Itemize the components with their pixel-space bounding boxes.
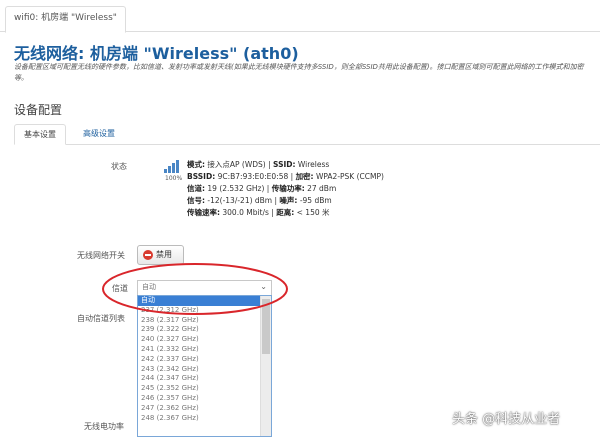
watermark: 头条 @科技从业者 xyxy=(452,412,561,427)
channel-option[interactable]: 238 (2.317 GHz) xyxy=(138,316,271,326)
status-line-signal: 信号: -12(-13/-21) dBm | 噪声: -95 dBm xyxy=(187,196,332,205)
status-line-mode: 模式: 接入点AP (WDS) | SSID: Wireless xyxy=(187,160,330,169)
disable-icon xyxy=(143,250,153,260)
channel-option[interactable]: 240 (2.327 GHz) xyxy=(138,335,271,345)
channel-option[interactable]: 242 (2.337 GHz) xyxy=(138,355,271,365)
channel-option[interactable]: 245 (2.352 GHz) xyxy=(138,384,271,394)
settings-tabs: 基本设置 高级设置 xyxy=(14,124,600,145)
tab-wifi0[interactable]: wifi0: 机房端 "Wireless" xyxy=(5,6,126,33)
status-details: 模式: 接入点AP (WDS) | SSID: Wireless BSSID: … xyxy=(187,159,384,219)
tab-basic-settings[interactable]: 基本设置 xyxy=(14,124,66,145)
page-title: 无线网络: 机房端 "Wireless" (ath0) xyxy=(14,44,299,63)
status-line-bssid: BSSID: 9C:B7:93:E0:E0:58 | 加密: WPA2-PSK … xyxy=(187,172,384,181)
top-tab-bar: wifi0: 机房端 "Wireless" xyxy=(0,0,600,33)
page-description: 设备配置区域可配置无线的硬件参数，比如信道、发射功率或发射天线(如果此无线模块硬… xyxy=(14,63,584,82)
signal-strength-icon xyxy=(164,160,179,173)
section-title: 设备配置 xyxy=(14,103,63,117)
status-label: 状态 xyxy=(111,162,127,171)
channel-option[interactable]: 247 (2.362 GHz) xyxy=(138,404,271,414)
highlight-annotation xyxy=(102,263,288,315)
channel-option[interactable]: 248 (2.367 GHz) xyxy=(138,414,271,424)
signal-percent: 100% xyxy=(165,175,183,182)
tx-power-label: 无线电功率 xyxy=(84,422,124,431)
channel-option[interactable]: 246 (2.357 GHz) xyxy=(138,394,271,404)
channel-option[interactable]: 243 (2.342 GHz) xyxy=(138,365,271,375)
channel-dropdown-list[interactable]: 自动 237 (2.312 GHz) 238 (2.317 GHz) 239 (… xyxy=(137,295,272,437)
dropdown-scrollbar[interactable] xyxy=(260,296,271,436)
status-line-rate: 传输速率: 300.0 Mbit/s | 距离: < 150 米 xyxy=(187,208,330,217)
status-line-channel: 信道: 19 (2.532 GHz) | 传输功率: 27 dBm xyxy=(187,184,337,193)
tab-advanced-settings[interactable]: 高级设置 xyxy=(74,124,124,143)
wireless-switch-label: 无线网络开关 xyxy=(77,251,125,260)
channel-option[interactable]: 241 (2.332 GHz) xyxy=(138,345,271,355)
channel-option[interactable]: 244 (2.347 GHz) xyxy=(138,374,271,384)
channel-option[interactable]: 239 (2.322 GHz) xyxy=(138,325,271,335)
